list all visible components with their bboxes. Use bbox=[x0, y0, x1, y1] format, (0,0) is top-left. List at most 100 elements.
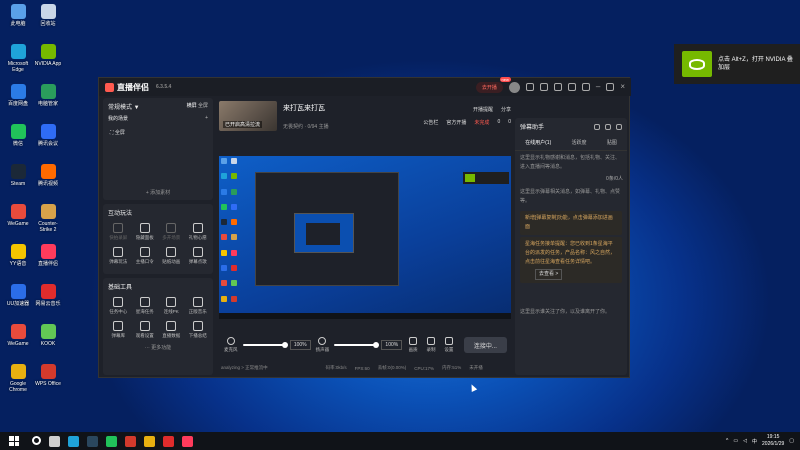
desktop-icon[interactable]: 回收站 bbox=[32, 4, 64, 27]
netease-icon[interactable] bbox=[163, 435, 174, 447]
user-avatar[interactable] bbox=[508, 81, 520, 93]
network-icon[interactable]: ▭ bbox=[733, 438, 738, 444]
steam-icon[interactable] bbox=[87, 435, 98, 447]
desktop-icon[interactable]: 此电脑 bbox=[2, 4, 34, 27]
desktop-icon[interactable]: Microsoft Edge bbox=[2, 44, 34, 73]
add-material-button[interactable]: + 添加素材 bbox=[103, 189, 213, 196]
connect-button[interactable]: 连接中... bbox=[463, 337, 507, 353]
tool-button[interactable]: 快拍录屏 bbox=[105, 221, 132, 243]
quality-button[interactable]: 画质 bbox=[406, 337, 420, 353]
desktop-icon[interactable]: YY语音 bbox=[2, 244, 34, 267]
tool-button[interactable]: 弹幕点歌 bbox=[185, 245, 212, 267]
record-button[interactable]: 录制 bbox=[424, 337, 438, 353]
tool-button[interactable]: 正版音乐 bbox=[185, 295, 212, 317]
settings-button[interactable]: 设置 bbox=[442, 337, 456, 353]
tool-button[interactable]: 多开场景 bbox=[158, 221, 185, 243]
gift-icon[interactable] bbox=[539, 83, 548, 91]
volume-icon[interactable]: ◁ bbox=[743, 438, 747, 444]
minimize-icon[interactable]: – bbox=[596, 83, 600, 91]
tool-button[interactable]: 弹幕库 bbox=[105, 319, 132, 341]
mic-volume-slider[interactable] bbox=[242, 342, 288, 348]
mic-button[interactable]: 麦克风 bbox=[223, 337, 239, 353]
notification-icon[interactable]: ▢ bbox=[789, 438, 794, 444]
notice-button[interactable]: 公告栏 bbox=[423, 119, 438, 126]
tab-stickers[interactable]: 贴图 bbox=[607, 139, 617, 146]
nvidia-notification[interactable]: 点击 Alt+Z，打开 NVIDIA 叠加层 bbox=[674, 44, 800, 84]
desktop-icon[interactable]: 腾讯会议 bbox=[32, 124, 64, 147]
desktop-icon[interactable]: 直播伴侣 bbox=[32, 244, 64, 267]
tool-button[interactable]: 弹幕玩法 bbox=[105, 245, 132, 267]
chrome-icon[interactable] bbox=[144, 435, 155, 447]
desktop-icon[interactable]: NVIDIA App bbox=[32, 44, 64, 67]
official-live-button[interactable]: 官方开播 bbox=[446, 119, 466, 126]
tool-button[interactable]: 礼物心愿 bbox=[185, 221, 212, 243]
settings-icon[interactable] bbox=[594, 123, 600, 130]
speaker-volume-slider[interactable] bbox=[334, 342, 380, 348]
view-task-button[interactable]: 去查看 > bbox=[535, 269, 563, 280]
preview-desktop-icon bbox=[221, 249, 227, 256]
more-functions-button[interactable]: ··· 更多功能 bbox=[103, 341, 213, 354]
tool-button[interactable]: 贴纸动画 bbox=[158, 245, 185, 267]
tool-button[interactable]: 星海任务 bbox=[132, 295, 159, 317]
desktop-icon[interactable]: WPS Office bbox=[32, 364, 64, 387]
tab-activity[interactable]: 活跃度 bbox=[572, 139, 587, 146]
windows-start-icon[interactable] bbox=[9, 436, 19, 446]
wps-icon[interactable] bbox=[125, 435, 136, 447]
desktop-icon-label: KOOK bbox=[40, 341, 56, 347]
stream-title[interactable]: 来打瓦来打瓦 bbox=[283, 103, 329, 113]
lock-icon[interactable] bbox=[605, 123, 611, 130]
search-icon[interactable] bbox=[32, 435, 41, 445]
menu-icon[interactable] bbox=[581, 83, 590, 91]
headset-icon[interactable] bbox=[553, 83, 562, 91]
popout-icon[interactable] bbox=[616, 123, 622, 130]
desktop-icon[interactable]: Steam bbox=[2, 164, 34, 187]
desktop-icon[interactable]: 百度网盘 bbox=[2, 84, 34, 107]
desktop-icon[interactable]: Google Chrome bbox=[2, 364, 34, 393]
tool-button[interactable]: 连线PK bbox=[158, 295, 185, 317]
desktop-icon[interactable]: WeGame bbox=[2, 204, 34, 227]
tool-button[interactable]: 下播总结 bbox=[185, 319, 212, 341]
mode-landscape[interactable]: 横屏 bbox=[187, 103, 197, 109]
edge-icon[interactable] bbox=[68, 435, 79, 447]
live-reminder-button[interactable]: 开播提醒 bbox=[473, 106, 493, 113]
desktop-icon[interactable]: KOOK bbox=[32, 324, 64, 347]
desktop-icon[interactable]: 腾讯视频 bbox=[32, 164, 64, 187]
desktop-icon[interactable]: WeGame bbox=[2, 324, 34, 347]
stream-cover[interactable]: 已开启高清拉流 bbox=[219, 101, 277, 131]
desktop-icon[interactable]: 微信 bbox=[2, 124, 34, 147]
feature-tip[interactable]: 新增[弹幕复制]功能，点击弹幕添加进画面 bbox=[520, 211, 622, 235]
tool-button[interactable]: 观看设置 bbox=[132, 319, 159, 341]
go-live-pill[interactable]: 去开播 new bbox=[475, 76, 511, 93]
taskview-icon[interactable] bbox=[49, 435, 60, 447]
chevron-up-icon[interactable]: ^ bbox=[726, 438, 728, 444]
close-icon[interactable]: × bbox=[620, 83, 625, 91]
message-icon[interactable] bbox=[525, 83, 534, 91]
ime-indicator[interactable]: 中 bbox=[752, 438, 757, 445]
desktop-icon[interactable]: UU加速器 bbox=[2, 284, 34, 307]
desktop-icon[interactable]: 网易云音乐 bbox=[32, 284, 64, 307]
mic-volume-value[interactable]: 100% bbox=[289, 340, 311, 350]
scene-add-icon[interactable]: + bbox=[205, 115, 208, 122]
tool-button[interactable]: 主播口令 bbox=[132, 245, 159, 267]
clock-time: 19:15 bbox=[766, 434, 780, 440]
stream-preview[interactable] bbox=[219, 156, 511, 319]
douyin-icon[interactable] bbox=[182, 435, 193, 447]
mode-fullscreen[interactable]: 全屏 bbox=[198, 103, 208, 109]
tool-button[interactable]: 直播数据 bbox=[158, 319, 185, 341]
scene-item-fullscreen[interactable]: ⛶ 全屏 bbox=[108, 127, 208, 138]
speaker-volume-value[interactable]: 100% bbox=[381, 340, 403, 350]
tool-button[interactable]: 隐藏面板 bbox=[132, 221, 159, 243]
danmaku-title: 弹幕助手 bbox=[520, 125, 545, 131]
tool-button[interactable]: 任务中心 bbox=[105, 295, 132, 317]
incomplete-status[interactable]: 未完成 bbox=[474, 119, 489, 126]
share-button[interactable]: 分享 bbox=[501, 106, 511, 113]
desktop-icon[interactable]: 电脑管家 bbox=[32, 84, 64, 107]
clock[interactable]: 19:15 2026/1/29 bbox=[762, 434, 784, 448]
tab-online-users[interactable]: 在线用户(1) bbox=[525, 139, 551, 146]
desktop-icon[interactable]: Counter-Strike 2 bbox=[32, 204, 64, 233]
speaker-button[interactable]: 扬声器 bbox=[315, 337, 331, 353]
maximize-icon[interactable] bbox=[606, 83, 615, 91]
wechat-icon[interactable] bbox=[106, 435, 117, 447]
skin-icon[interactable] bbox=[567, 83, 576, 91]
mode-selector[interactable]: 常规模式 ▼ bbox=[108, 102, 140, 111]
